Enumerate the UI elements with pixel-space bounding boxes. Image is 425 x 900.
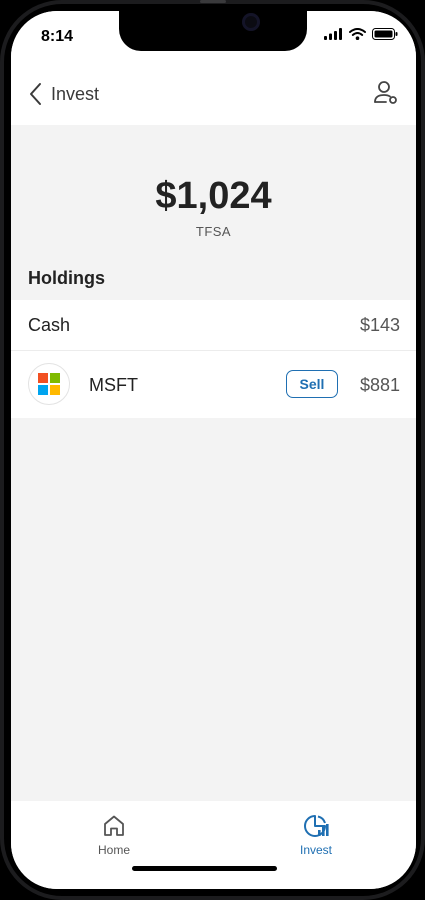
home-icon (104, 815, 124, 836)
holding-value: $881 (359, 375, 400, 395)
tab-label: Home (97, 843, 130, 857)
chevron-left-icon (30, 83, 41, 105)
holding-value: $143 (359, 315, 400, 335)
holdings-title: Holdings (28, 268, 105, 288)
signal-icon (324, 28, 342, 40)
tab-label: Invest (299, 843, 332, 857)
holdings-list: Cash $143 MSFT Sell $881 (11, 300, 416, 418)
status-icons (324, 28, 398, 40)
sell-button[interactable]: Sell (286, 370, 338, 398)
back-label: Invest (51, 83, 100, 104)
front-camera (242, 13, 260, 31)
profile-settings-button[interactable] (372, 79, 400, 107)
microsoft-logo (28, 363, 70, 405)
user-settings-icon (374, 81, 397, 104)
phone-speaker (200, 0, 226, 3)
wifi-icon (349, 28, 366, 40)
notch (119, 11, 307, 51)
holding-row-msft[interactable]: MSFT Sell $881 (11, 351, 416, 418)
bottom-tab-bar: Home Invest (11, 801, 416, 889)
back-button[interactable]: Invest (29, 79, 99, 109)
holding-row-cash[interactable]: Cash $143 (11, 300, 416, 351)
holding-name: Cash (28, 315, 71, 335)
status-time: 8:14 (41, 28, 74, 45)
top-navigation-bar: Invest (11, 63, 416, 125)
microsoft-logo-icon (38, 373, 60, 395)
status-bar: 8:14 (11, 11, 416, 63)
account-summary: $1,024 TFSA (11, 125, 416, 265)
app-screen: 8:14 Invest $1,024 TFSA Holdings Cash $1… (11, 11, 416, 889)
holding-name: MSFT (89, 375, 138, 395)
tab-home[interactable]: Home (54, 813, 174, 857)
home-indicator[interactable] (132, 866, 277, 871)
account-type: TFSA (195, 224, 232, 239)
battery-icon (372, 28, 398, 40)
account-balance: $1,024 (155, 175, 272, 217)
pie-chart-icon (304, 815, 329, 837)
tab-invest[interactable]: Invest (256, 813, 376, 857)
